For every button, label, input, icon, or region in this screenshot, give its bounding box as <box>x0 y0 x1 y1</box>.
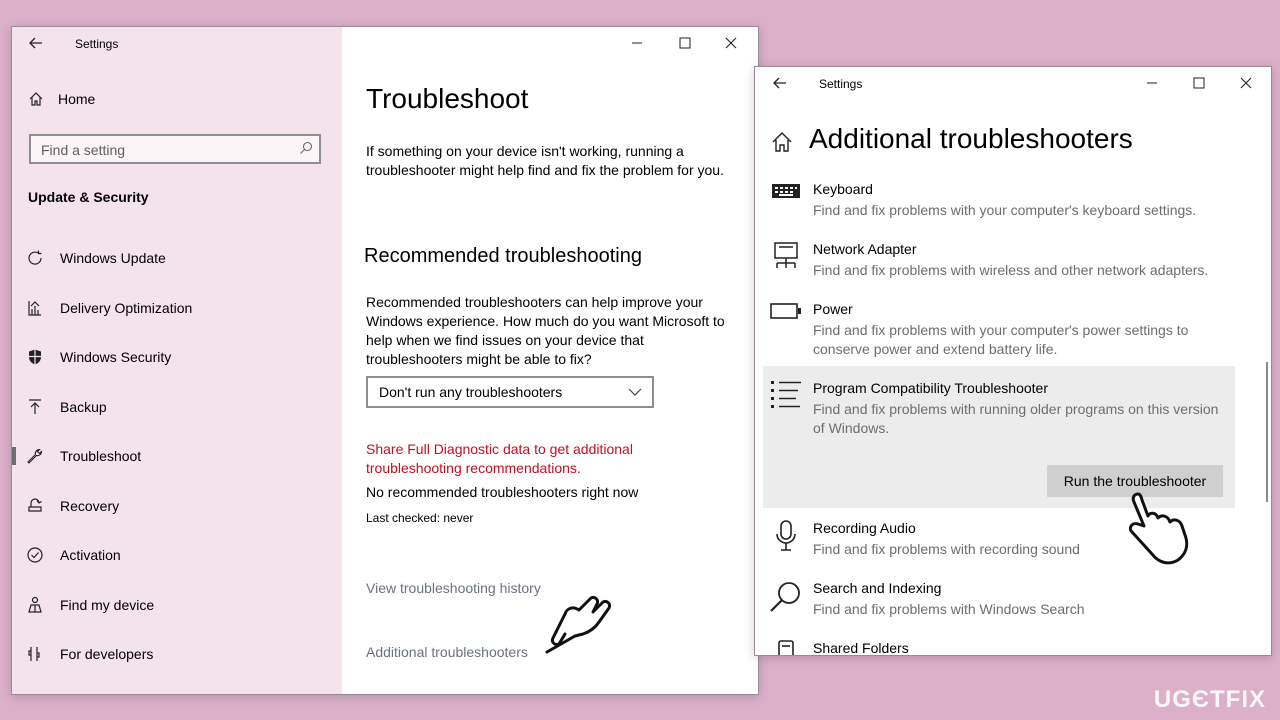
item-description: Find and fix problems with your computer… <box>813 322 1189 357</box>
page-title: Additional troubleshooters <box>809 123 1133 154</box>
troubleshooter-dropdown[interactable]: Don't run any troubleshooters <box>366 376 654 408</box>
minimize-button[interactable] <box>1129 67 1175 99</box>
watermark: UGЄTFIX <box>1153 686 1266 713</box>
close-button[interactable] <box>708 27 754 59</box>
sidebar-item-delivery-optimization[interactable]: Delivery Optimization <box>24 293 324 323</box>
back-arrow-icon <box>773 77 786 89</box>
sidebar-item-label: Recovery <box>60 498 120 514</box>
item-name: Network Adapter <box>813 241 917 257</box>
settings-window-additional: Settings Additional troubleshooters Keyb… <box>754 66 1272 656</box>
sidebar-item-label: Delivery Optimization <box>60 300 193 316</box>
search-input[interactable]: Find a setting <box>29 134 321 164</box>
list-icon <box>769 380 803 412</box>
battery-icon <box>769 301 803 333</box>
minimize-button[interactable] <box>614 27 660 59</box>
sidebar-item-recovery[interactable]: Recovery <box>24 491 324 521</box>
pointing-hand-icon <box>545 596 611 654</box>
shield-icon <box>24 346 46 368</box>
item-name: Search and Indexing <box>813 580 942 596</box>
item-name: Shared Folders <box>813 640 909 656</box>
maximize-icon <box>1193 77 1205 89</box>
check-circle-icon <box>24 544 46 566</box>
item-description: Find and fix problems with your computer… <box>813 202 1197 218</box>
troubleshooter-item-program-compatibility[interactable]: Program Compatibility Troubleshooter Fin… <box>763 380 1233 460</box>
dropdown-value: Don't run any troubleshooters <box>379 384 563 400</box>
maximize-icon <box>679 37 691 49</box>
home-icon <box>29 92 43 106</box>
settings-window-troubleshoot: Settings Home Find a setting Update & Se… <box>11 26 759 695</box>
back-button[interactable] <box>766 69 794 97</box>
sidebar-item-label: Activation <box>60 547 121 563</box>
refresh-icon <box>24 247 46 269</box>
maximize-button[interactable] <box>662 27 708 59</box>
sidebar-item-for-developers[interactable]: For developers <box>24 639 324 669</box>
recommended-text: Recommended troubleshooters can help imp… <box>366 294 725 367</box>
delivery-icon <box>24 297 46 319</box>
last-checked-text: Last checked: never <box>366 511 474 525</box>
search-icon <box>300 141 313 154</box>
sidebar-item-find-my-device[interactable]: Find my device <box>24 590 324 620</box>
home-icon[interactable] <box>771 131 793 153</box>
maximize-button[interactable] <box>1176 67 1222 99</box>
item-name: Program Compatibility Troubleshooter <box>813 380 1048 396</box>
no-recommended-text: No recommended troubleshooters right now <box>366 484 639 500</box>
additional-troubleshooters-link[interactable]: Additional troubleshooters <box>366 643 528 662</box>
item-name: Power <box>813 301 853 317</box>
back-button[interactable] <box>22 29 50 57</box>
item-name: Recording Audio <box>813 520 916 536</box>
troubleshooter-item-shared-folders[interactable]: Shared Folders <box>763 640 1233 656</box>
item-description: Find and fix problems with running older… <box>813 401 1219 436</box>
sidebar-item-backup[interactable]: Backup <box>24 392 324 422</box>
sidebar-item-troubleshoot[interactable]: Troubleshoot <box>12 441 324 471</box>
search-placeholder: Find a setting <box>41 142 126 158</box>
window-title: Settings <box>75 37 119 51</box>
sidebar-item-label: Find my device <box>60 597 155 613</box>
intro-text: If something on your device isn't workin… <box>366 143 724 178</box>
search-icon <box>769 580 803 612</box>
sidebar-item-home[interactable]: Home <box>28 91 95 107</box>
window-title: Settings <box>819 77 863 91</box>
page-title: Troubleshoot <box>366 83 529 114</box>
pointing-hand-icon <box>1128 492 1189 565</box>
wrench-icon <box>24 445 46 467</box>
chevron-down-icon <box>628 388 642 396</box>
item-description: Find and fix problems with Windows Searc… <box>813 601 1085 617</box>
microphone-icon <box>769 520 803 552</box>
sidebar-item-label: Troubleshoot <box>60 448 142 464</box>
troubleshooting-history-link[interactable]: View troubleshooting history <box>366 579 541 598</box>
sidebar-item-windows-security[interactable]: Windows Security <box>24 342 324 372</box>
diagnostic-data-link[interactable]: Share Full Diagnostic data to get additi… <box>366 440 666 478</box>
troubleshooter-item-network-adapter[interactable]: Network Adapter Find and fix problems wi… <box>763 241 1233 291</box>
minimize-icon <box>1147 82 1157 84</box>
network-icon <box>769 241 803 273</box>
recovery-icon <box>24 495 46 517</box>
sidebar: Settings Home Find a setting Update & Se… <box>12 27 342 694</box>
sidebar-item-activation[interactable]: Activation <box>24 540 324 570</box>
keyboard-icon <box>769 181 803 213</box>
close-button[interactable] <box>1223 67 1269 99</box>
scrollbar[interactable] <box>1266 362 1268 502</box>
back-arrow-icon <box>29 37 42 49</box>
close-icon <box>1240 77 1252 89</box>
close-icon <box>725 37 737 49</box>
sidebar-item-label: Backup <box>60 399 107 415</box>
section-title: Update & Security <box>28 189 149 205</box>
sidebar-item-label: Home <box>58 91 96 107</box>
troubleshooter-item-search-indexing[interactable]: Search and Indexing Find and fix problem… <box>763 580 1233 630</box>
sidebar-item-label: For developers <box>60 646 154 662</box>
sidebar-item-label: Windows Security <box>60 349 172 365</box>
sidebar-item-windows-update[interactable]: Windows Update <box>24 243 324 273</box>
minimize-icon <box>632 42 642 44</box>
recommended-heading: Recommended troubleshooting <box>364 245 642 267</box>
person-icon <box>24 594 46 616</box>
server-icon <box>769 640 803 655</box>
developer-icon <box>24 643 46 665</box>
troubleshooter-item-keyboard[interactable]: Keyboard Find and fix problems with your… <box>763 181 1233 231</box>
item-name: Keyboard <box>813 181 873 197</box>
backup-icon <box>24 396 46 418</box>
troubleshooter-item-power[interactable]: Power Find and fix problems with your co… <box>763 301 1233 361</box>
item-description: Find and fix problems with wireless and … <box>813 262 1209 278</box>
sidebar-item-label: Windows Update <box>60 250 166 266</box>
